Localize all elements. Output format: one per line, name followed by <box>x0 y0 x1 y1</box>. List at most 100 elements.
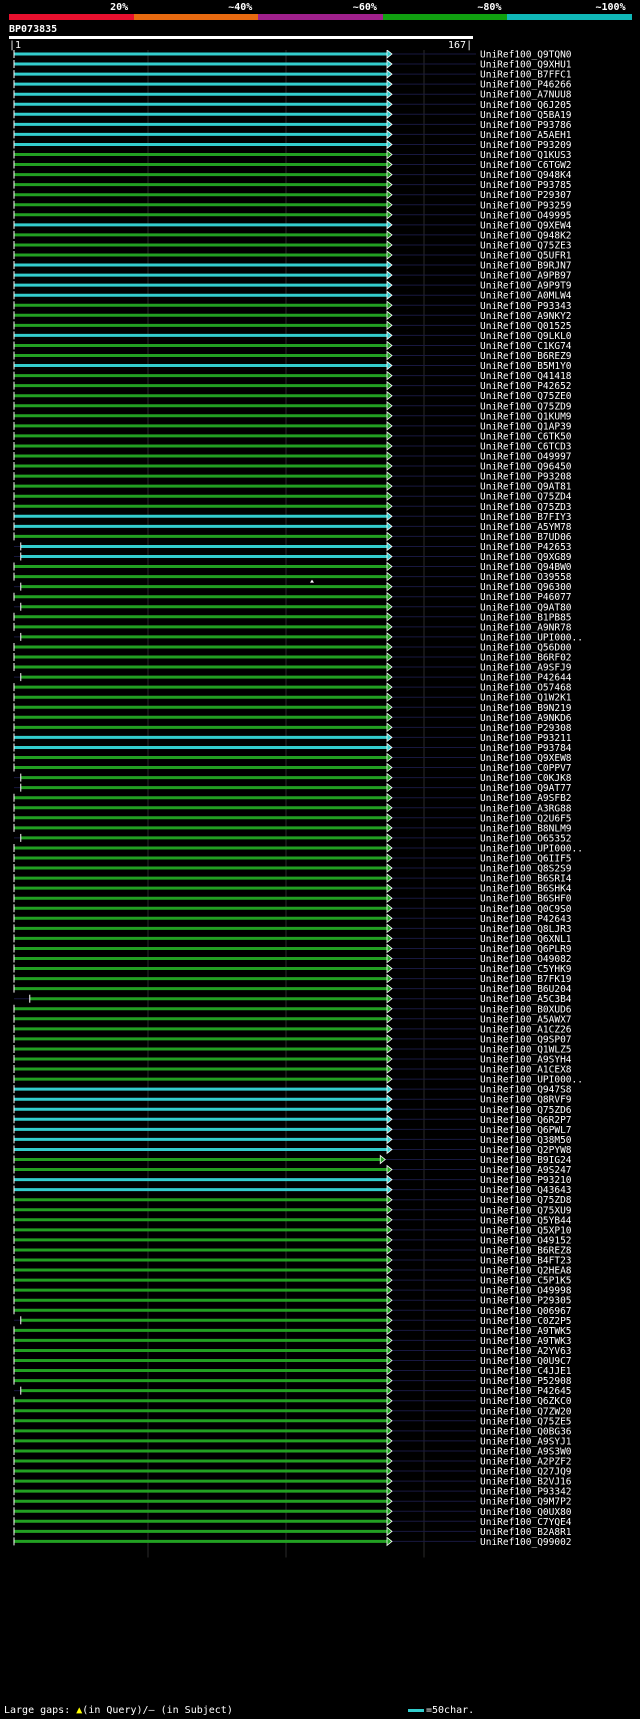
hit-end-arrow-icon <box>386 1064 393 1074</box>
hit-end-arrow-icon <box>386 59 393 69</box>
hit-end-arrow-icon <box>386 139 393 150</box>
hit-end-arrow-icon <box>386 471 393 481</box>
hit-end-arrow-icon <box>386 812 393 823</box>
scale-label: ~100% <box>595 2 626 13</box>
hit-end-arrow-icon <box>386 1074 393 1084</box>
scale-label: ~40% <box>228 2 253 13</box>
gap-marker-icon <box>310 579 314 583</box>
hit-end-arrow-icon <box>386 1114 393 1125</box>
hit-end-arrow-icon <box>386 732 393 743</box>
legend-dash: – <box>148 1705 155 1716</box>
hit-end-arrow-icon <box>386 541 393 552</box>
hit-end-arrow-icon <box>386 1516 393 1527</box>
hit-end-arrow-icon <box>386 662 393 672</box>
hit-end-arrow-icon <box>386 1426 393 1436</box>
hit-end-arrow-icon <box>386 1094 393 1105</box>
hit-end-arrow-icon <box>386 1506 393 1517</box>
hit-end-arrow-icon <box>386 772 393 783</box>
hit-end-arrow-icon <box>386 89 393 100</box>
hit-end-arrow-icon <box>386 169 393 180</box>
hit-end-arrow-icon <box>386 380 393 391</box>
hit-end-arrow-icon <box>386 521 393 532</box>
hit-end-arrow-icon <box>386 1255 393 1265</box>
hit-end-arrow-icon <box>386 1295 393 1306</box>
hit-end-arrow-icon <box>386 913 393 924</box>
hit-end-arrow-icon <box>386 1054 393 1064</box>
hit-end-arrow-icon <box>386 642 393 652</box>
hit-label[interactable]: UniRef100_Q99002 <box>480 1537 572 1548</box>
hit-end-arrow-icon <box>386 431 393 441</box>
hit-end-arrow-icon <box>386 1194 393 1205</box>
hit-end-arrow-icon <box>386 189 393 200</box>
hit-end-arrow-icon <box>386 551 393 562</box>
hit-end-arrow-icon <box>386 833 393 843</box>
hit-end-arrow-icon <box>386 1184 393 1195</box>
hit-end-arrow-icon <box>386 963 393 974</box>
hit-end-arrow-icon <box>386 561 393 572</box>
hit-end-arrow-icon <box>386 752 393 763</box>
hit-end-arrow-icon <box>386 1395 393 1406</box>
hit-end-arrow-icon <box>386 823 393 833</box>
hit-end-arrow-icon <box>386 722 393 733</box>
hit-end-arrow-icon <box>386 280 393 290</box>
hit-end-arrow-icon <box>386 1034 393 1044</box>
hit-end-arrow-icon <box>386 360 393 371</box>
hit-end-arrow-icon <box>386 230 393 240</box>
identity-scale: 20% ~40% ~60% ~80% ~100% <box>0 0 640 24</box>
hit-end-arrow-icon <box>386 1225 393 1235</box>
hit-end-arrow-icon <box>386 240 393 250</box>
hit-end-arrow-icon <box>386 1235 393 1245</box>
hit-end-arrow-icon <box>386 1405 393 1416</box>
hit-end-arrow-icon <box>386 129 393 140</box>
hit-end-arrow-icon <box>386 79 393 89</box>
hit-end-arrow-icon <box>386 762 393 773</box>
hit-end-arrow-icon <box>386 310 393 321</box>
hit-end-arrow-icon <box>386 1486 393 1496</box>
hit-end-arrow-icon <box>386 591 393 602</box>
hit-end-arrow-icon <box>386 1265 393 1275</box>
scale-label: ~80% <box>477 2 502 13</box>
hit-end-arrow-icon <box>386 792 393 803</box>
hit-end-arrow-icon <box>386 270 393 280</box>
hit-end-arrow-icon <box>386 853 393 863</box>
scale-swatch-icon <box>408 1708 424 1712</box>
hit-end-arrow-icon <box>386 1285 393 1295</box>
hit-end-arrow-icon <box>386 50 393 59</box>
hit-end-arrow-icon <box>386 149 393 160</box>
hit-end-arrow-icon <box>386 1325 393 1336</box>
hit-end-arrow-icon <box>386 511 393 522</box>
hit-end-arrow-icon <box>386 340 393 351</box>
hit-end-arrow-icon <box>386 953 393 964</box>
scale-segment <box>507 14 632 20</box>
hit-end-arrow-icon <box>386 692 393 703</box>
hit-end-arrow-icon <box>386 632 393 642</box>
hit-end-arrow-icon <box>386 1124 393 1135</box>
hit-end-arrow-icon <box>386 1345 393 1356</box>
hit-end-arrow-icon <box>386 1134 393 1145</box>
hit-end-arrow-icon <box>386 1084 393 1094</box>
hit-end-arrow-icon <box>386 1305 393 1316</box>
hit-end-arrow-icon <box>386 1536 393 1547</box>
hit-end-arrow-icon <box>386 290 393 301</box>
hit-end-arrow-icon <box>386 370 393 381</box>
hit-end-arrow-icon <box>386 903 393 914</box>
query-name: BP073835 <box>9 24 58 35</box>
hit-end-arrow-icon <box>386 893 393 904</box>
hit-end-arrow-icon <box>386 702 393 713</box>
hit-end-arrow-icon <box>386 1214 393 1225</box>
hit-end-arrow-icon <box>386 1335 393 1346</box>
hit-end-arrow-icon <box>386 1044 393 1054</box>
hit-end-arrow-icon <box>386 390 393 401</box>
legend-large-gaps: Large gaps: <box>4 1705 71 1716</box>
scale-segment <box>382 14 508 20</box>
hit-end-arrow-icon <box>386 119 393 130</box>
hit-end-arrow-icon <box>386 1174 393 1185</box>
hit-end-arrow-icon <box>386 1164 393 1175</box>
hit-end-arrow-icon <box>386 863 393 873</box>
legend-char-scale-group: =50char. <box>408 1705 474 1716</box>
hit-end-arrow-icon <box>386 1245 393 1255</box>
scale-label: ~60% <box>352 2 377 13</box>
legend-in-subject: (in Subject) <box>160 1705 233 1716</box>
hit-end-arrow-icon <box>386 330 393 341</box>
hit-end-arrow-icon <box>386 320 393 331</box>
